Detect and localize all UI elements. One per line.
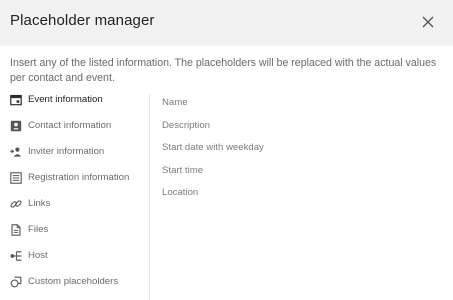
sidebar-item-registration-information[interactable]: Registration information xyxy=(0,166,149,192)
sidebar-item-custom-placeholders[interactable]: Custom placeholders xyxy=(0,270,149,296)
sidebar-item-label: Event information xyxy=(28,94,103,105)
sidebar-item-files[interactable]: Files xyxy=(0,218,149,244)
file-icon xyxy=(10,224,22,236)
sidebar-item-label: Custom placeholders xyxy=(28,276,119,287)
contact-card-icon xyxy=(10,120,22,132)
sidebar-item-label: Files xyxy=(28,224,49,235)
placeholder-item-start-time[interactable]: Start time xyxy=(162,161,442,181)
dialog-header: Placeholder manager xyxy=(0,0,453,46)
sidebar-item-label: Links xyxy=(28,198,51,209)
custom-placeholder-icon xyxy=(10,276,22,288)
sidebar-item-label: Host xyxy=(28,250,48,261)
placeholder-item-start-date-with-weekday[interactable]: Start date with weekday xyxy=(162,138,442,158)
dialog-title: Placeholder manager xyxy=(10,12,155,29)
placeholder-item-name[interactable]: Name xyxy=(162,93,442,113)
close-button[interactable] xyxy=(418,12,438,32)
event-calendar-icon xyxy=(10,94,22,106)
link-icon xyxy=(10,198,22,210)
placeholder-item-location[interactable]: Location xyxy=(162,183,442,203)
host-tree-icon xyxy=(10,250,22,262)
close-icon xyxy=(422,16,434,28)
sidebar-item-links[interactable]: Links xyxy=(0,192,149,218)
sidebar-item-inviter-information[interactable]: Inviter information xyxy=(0,140,149,166)
sidebar-item-label: Registration information xyxy=(28,172,130,183)
sidebar-item-label: Contact information xyxy=(28,120,112,131)
sidebar-item-event-information[interactable]: Event information xyxy=(0,88,149,114)
sidebar-item-host[interactable]: Host xyxy=(0,244,149,270)
placeholder-item-description[interactable]: Description xyxy=(162,116,442,136)
registration-list-icon xyxy=(10,172,22,184)
sidebar-item-contact-information[interactable]: Contact information xyxy=(0,114,149,140)
sidebar-divider xyxy=(149,94,150,300)
sidebar-item-label: Inviter information xyxy=(28,146,105,157)
person-add-icon xyxy=(10,146,22,158)
dialog-description: Insert any of the listed information. Th… xyxy=(10,57,437,84)
